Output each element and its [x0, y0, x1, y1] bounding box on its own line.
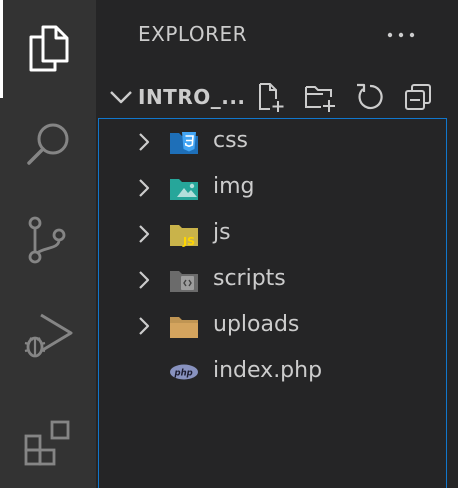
run-debug-icon	[24, 313, 73, 358]
chevron-right-icon	[139, 133, 150, 151]
php-file-icon: php	[170, 364, 198, 380]
vscode-window: EXPLORER INTRO_... css img JS js scripts…	[0, 0, 458, 488]
tree-item-label: uploads	[213, 312, 300, 337]
ellipsis-icon	[387, 32, 415, 38]
tree-item-img[interactable]: img	[99, 165, 446, 211]
tree-item-label: img	[213, 174, 255, 199]
tree-item-uploads[interactable]: uploads	[99, 303, 446, 349]
collapse-folders-button[interactable]	[400, 79, 436, 115]
more-actions-button[interactable]	[384, 18, 418, 52]
activity-source-control[interactable]	[0, 194, 96, 286]
image-folder-icon	[170, 179, 198, 200]
css-folder-icon	[170, 132, 198, 154]
refresh-icon	[357, 83, 383, 110]
js-folder-icon: JS	[170, 225, 198, 247]
chevron-right-icon	[139, 271, 150, 289]
svg-text:php: php	[174, 368, 193, 378]
tree-item-scripts[interactable]: scripts	[99, 257, 446, 303]
explorer-sidebar: EXPLORER INTRO_... css img JS js scripts…	[96, 0, 458, 488]
tree-item-index-php[interactable]: php index.php	[99, 349, 446, 395]
tree-item-js[interactable]: JS js	[99, 211, 446, 257]
explorer-title: EXPLORER	[138, 22, 247, 46]
new-file-button[interactable]	[252, 79, 288, 115]
chevron-right-icon	[139, 225, 150, 243]
activity-extensions[interactable]	[0, 398, 96, 488]
file-tree: css img JS js scripts uploads php index.…	[98, 118, 447, 488]
folder-icon	[170, 317, 198, 338]
tree-item-label: scripts	[213, 266, 286, 291]
refresh-explorer-button[interactable]	[352, 79, 388, 115]
svg-text:JS: JS	[182, 235, 195, 247]
new-folder-button[interactable]	[302, 79, 338, 115]
tree-item-css[interactable]: css	[99, 119, 446, 165]
tree-item-label: js	[213, 220, 231, 245]
files-icon	[29, 25, 69, 72]
extensions-icon	[24, 420, 70, 466]
workspace-folder-name: INTRO_...	[138, 85, 246, 109]
tree-item-label: css	[213, 128, 249, 153]
activity-bar	[0, 0, 96, 488]
collapse-all-icon	[405, 84, 431, 110]
source-control-icon	[28, 216, 66, 264]
chevron-right-icon	[139, 317, 150, 335]
new-folder-icon	[305, 86, 335, 112]
scripts-folder-icon	[170, 271, 198, 292]
tree-item-label: index.php	[213, 358, 323, 383]
new-file-icon	[259, 83, 284, 112]
search-icon	[27, 123, 69, 165]
activity-explorer[interactable]	[0, 2, 96, 94]
activity-search[interactable]	[0, 98, 96, 190]
chevron-down-icon	[110, 91, 132, 104]
chevron-right-icon	[139, 179, 150, 197]
activity-run-debug[interactable]	[0, 290, 96, 382]
workspace-folder-header[interactable]: INTRO_...	[96, 76, 458, 118]
